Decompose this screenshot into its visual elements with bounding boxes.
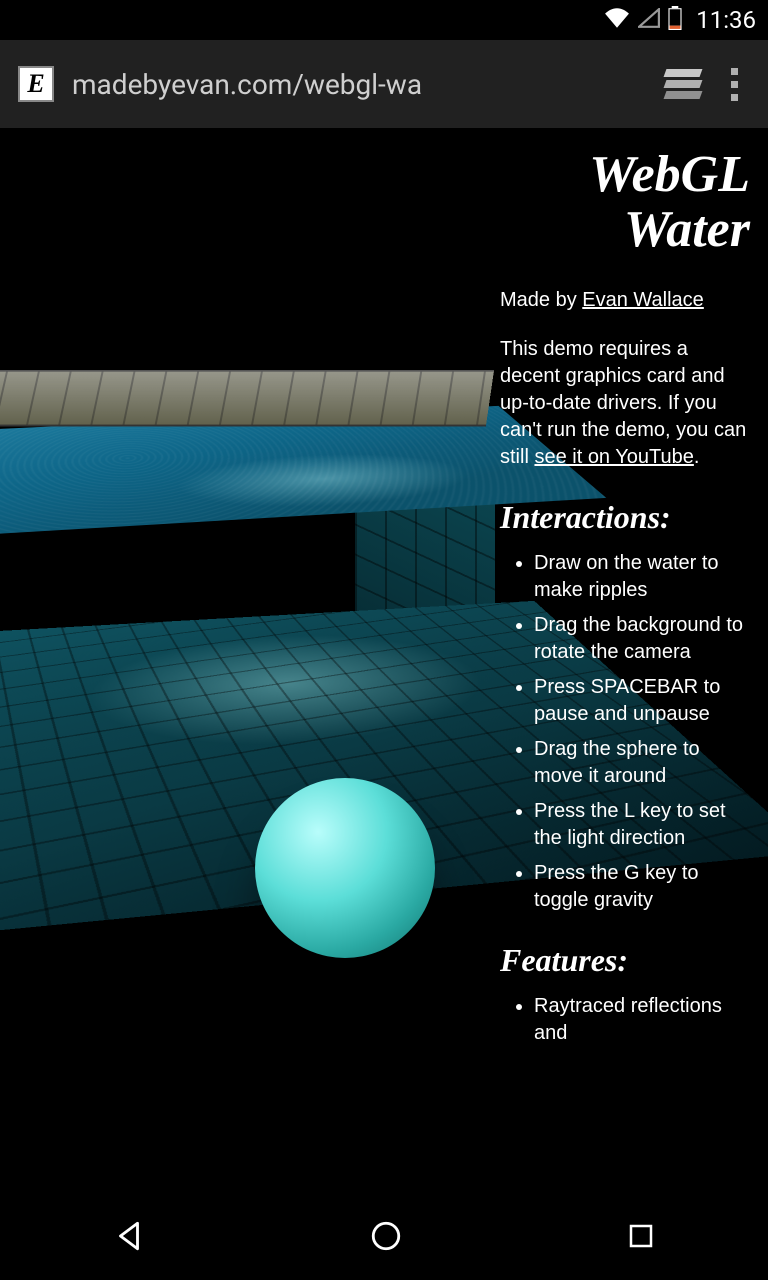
list-item: Press the L key to set the light directi… bbox=[534, 798, 750, 852]
status-time: 11:36 bbox=[696, 6, 756, 34]
list-item: Press the G key to toggle gravity bbox=[534, 860, 750, 914]
recents-button[interactable] bbox=[626, 1221, 656, 1256]
back-button[interactable] bbox=[112, 1219, 146, 1258]
desc-text-2: . bbox=[694, 446, 700, 468]
overflow-menu-icon[interactable] bbox=[719, 68, 750, 101]
interactions-list: Draw on the water to make ripples Drag t… bbox=[500, 550, 750, 914]
url-bar[interactable]: madebyevan.com/webgl-wa bbox=[72, 68, 647, 101]
list-item: Press SPACEBAR to pause and unpause bbox=[534, 674, 750, 728]
browser-toolbar: E madebyevan.com/webgl-wa bbox=[0, 40, 768, 128]
features-list: Raytraced reflections and bbox=[500, 993, 750, 1047]
android-status-bar: 11:36 bbox=[0, 0, 768, 40]
byline-prefix: Made by bbox=[500, 289, 582, 311]
sphere[interactable] bbox=[255, 778, 435, 958]
list-item: Raytraced reflections and bbox=[534, 993, 750, 1047]
battery-icon bbox=[668, 6, 682, 35]
home-button[interactable] bbox=[369, 1219, 403, 1258]
youtube-link[interactable]: see it on YouTube bbox=[534, 446, 693, 468]
byline: Made by Evan Wallace bbox=[500, 287, 750, 314]
list-item: Drag the background to rotate the camera bbox=[534, 612, 750, 666]
info-panel: WebGL Water Made by Evan Wallace This de… bbox=[500, 148, 750, 1055]
cell-signal-icon bbox=[638, 8, 660, 33]
list-item: Draw on the water to make ripples bbox=[534, 550, 750, 604]
android-nav-bar bbox=[0, 1196, 768, 1280]
pool-rim bbox=[0, 370, 494, 427]
page-content: WebGL Water Made by Evan Wallace This de… bbox=[0, 128, 768, 1196]
page-title: WebGL Water bbox=[500, 148, 750, 257]
tabs-icon[interactable] bbox=[665, 69, 701, 99]
description: This demo requires a decent graphics car… bbox=[500, 336, 750, 471]
webgl-canvas[interactable] bbox=[0, 358, 490, 1018]
interactions-heading: Interactions: bbox=[500, 499, 750, 536]
list-item: Drag the sphere to move it around bbox=[534, 736, 750, 790]
author-link[interactable]: Evan Wallace bbox=[582, 289, 704, 311]
features-heading: Features: bbox=[500, 942, 750, 979]
wifi-icon bbox=[604, 8, 630, 33]
site-favicon: E bbox=[18, 66, 54, 102]
